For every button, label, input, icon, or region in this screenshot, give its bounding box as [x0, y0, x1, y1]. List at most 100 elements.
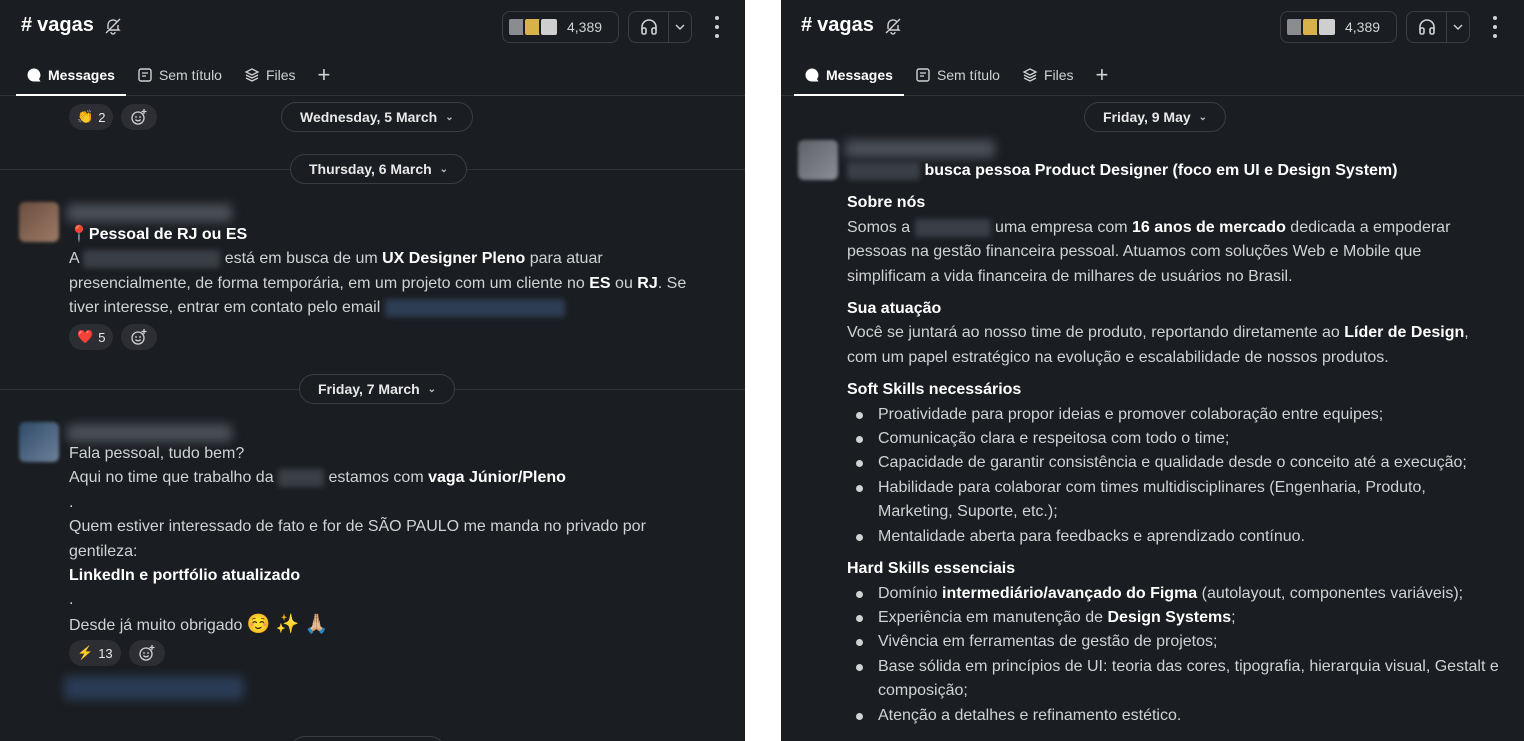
text-line: Fala pessoal, tudo bem?: [69, 445, 245, 462]
channel-title[interactable]: # vagas: [21, 14, 122, 37]
lightning-icon: ⚡: [77, 645, 94, 660]
add-reaction-button[interactable]: [121, 324, 157, 350]
avatar[interactable]: [19, 202, 59, 242]
tab-files[interactable]: Files: [233, 55, 307, 95]
text-span: Aqui no time que trabalho da: [69, 469, 274, 487]
text-span: presencialmente, de forma temporária, em…: [69, 274, 585, 292]
headphones-icon[interactable]: [1407, 12, 1447, 42]
thread-replies-link[interactable]: [64, 676, 244, 700]
add-reaction-button[interactable]: [121, 104, 157, 130]
hard-skills-list: Domínio intermediário/avançado do Figma …: [847, 582, 1499, 728]
chevron-down-icon: ⌄: [439, 163, 449, 175]
text-line: pessoas na gestão financeira pessoal. At…: [847, 243, 1422, 261]
tab-files[interactable]: Files: [1011, 55, 1085, 95]
reaction-zap[interactable]: ⚡ 13: [69, 640, 121, 666]
channel-title[interactable]: # vagas: [801, 14, 902, 37]
date-divider-pill[interactable]: [290, 736, 445, 741]
bold-span: LinkedIn e portfólio atualizado: [69, 567, 301, 585]
date-label: Wednesday, 5 March: [300, 109, 438, 125]
huddle-button[interactable]: [628, 11, 692, 43]
heading-text: Pessoal de RJ ou ES: [88, 226, 248, 243]
bold-span: Líder de Design: [1344, 324, 1465, 342]
tab-label: Sem título: [936, 67, 1000, 83]
sender-name[interactable]: [67, 204, 232, 222]
date-divider-pill[interactable]: Wednesday, 5 March ⌄: [281, 102, 473, 132]
soft-skills-list: Proatividade para propor ideias e promov…: [847, 403, 1499, 549]
headphones-icon[interactable]: [629, 12, 669, 42]
date-divider-pill[interactable]: Friday, 7 March ⌄: [299, 374, 456, 404]
huddle-button[interactable]: [1406, 11, 1470, 43]
reaction-count: 5: [98, 329, 106, 345]
add-reaction-button[interactable]: [129, 640, 165, 666]
more-options-icon[interactable]: [712, 16, 722, 38]
avatar[interactable]: [798, 140, 838, 180]
hash-icon: #: [801, 14, 813, 36]
channel-tabs: Messages Sem título Files +: [0, 56, 745, 96]
date-divider-pill[interactable]: Thursday, 6 March ⌄: [290, 154, 468, 184]
canvas-icon: [916, 68, 930, 82]
text-line: Quem estiver interessado de fato e for d…: [69, 518, 646, 536]
canvas-icon: [138, 68, 152, 82]
date-divider-pill[interactable]: Friday, 9 May ⌄: [1084, 102, 1227, 132]
list-item: Mentalidade aberta para feedbacks e apre…: [847, 525, 1499, 549]
text-line: com um papel estratégico na evolução e e…: [847, 348, 1389, 366]
channel-header: # vagas 4,389: [0, 0, 745, 56]
channel-name: vagas: [817, 14, 874, 36]
member-count-button[interactable]: 4,389: [1280, 11, 1397, 43]
bold-span: UX Designer Pleno: [382, 250, 526, 268]
avatar: [1317, 17, 1337, 37]
member-count: 4,389: [1345, 19, 1381, 35]
avatar[interactable]: [19, 422, 59, 462]
chevron-down-icon: ⌄: [445, 111, 454, 123]
redacted-company: [914, 218, 991, 237]
chevron-down-icon[interactable]: [1447, 24, 1469, 30]
channel-tabs: Messages Sem título Files +: [781, 56, 1524, 96]
list-item: Comunicação clara e respeitosa com todo …: [847, 427, 1499, 451]
section-heading: Sua atuação: [847, 300, 942, 318]
add-tab-button[interactable]: +: [307, 55, 342, 95]
tab-canvas[interactable]: Sem título: [126, 55, 233, 95]
text-span: Experiência em manutenção de: [878, 608, 1104, 626]
date-label: Thursday, 6 March: [309, 161, 432, 177]
reaction-count: 13: [98, 645, 113, 661]
chevron-down-icon: ⌄: [427, 383, 437, 395]
text-span: Desde já muito obrigado: [69, 616, 243, 634]
list-item: Atenção a detalhes e refinamento estétic…: [847, 704, 1499, 728]
list-item: Proatividade para propor ideias e promov…: [847, 403, 1499, 427]
tab-label: Messages: [826, 67, 893, 83]
text-span: para atuar: [529, 250, 603, 268]
text-span: Base sólida em princípios de UI: teoria …: [878, 657, 1499, 675]
text-span: está em busca de um: [224, 250, 378, 268]
text-span: (autolayout, componentes variáveis);: [1201, 584, 1464, 602]
reaction-count: 2: [98, 109, 106, 125]
channel-panel-left: # vagas 4,389 Messages Sem título Files: [0, 0, 745, 741]
section-heading: Sobre nós: [847, 194, 926, 212]
tab-canvas[interactable]: Sem título: [904, 55, 1011, 95]
member-count-button[interactable]: 4,389: [502, 11, 619, 43]
section-heading: Hard Skills essenciais: [847, 560, 1016, 578]
bold-span: RJ: [637, 274, 658, 292]
reaction-heart[interactable]: ❤️ 5: [69, 324, 114, 350]
bell-off-icon: [885, 18, 901, 35]
reaction-clap[interactable]: 👏 2: [69, 104, 114, 130]
text-span: uma empresa com: [995, 218, 1128, 236]
list-item: Experiência em manutenção de Design Syst…: [847, 606, 1499, 630]
channel-panel-right: # vagas 4,389 Messages Sem título Files: [781, 0, 1524, 741]
avatar: [539, 17, 559, 37]
text-span: tiver interesse, entrar em contato pelo …: [69, 299, 381, 317]
sender-name[interactable]: [845, 140, 995, 158]
tab-messages[interactable]: Messages: [794, 55, 904, 96]
text-span: Marketing, Suporte, etc.);: [878, 503, 1058, 521]
add-tab-button[interactable]: +: [1085, 55, 1120, 95]
layers-icon: [244, 68, 260, 82]
more-options-icon[interactable]: [1490, 16, 1500, 38]
tab-messages[interactable]: Messages: [16, 55, 126, 96]
channel-name: vagas: [37, 14, 94, 36]
bold-span: ES: [589, 274, 611, 292]
redacted-email-link[interactable]: [384, 298, 565, 317]
message-body: 📍Pessoal de RJ ou ES A está em busca de …: [69, 223, 686, 321]
redacted-company: [847, 161, 920, 180]
chevron-down-icon[interactable]: [669, 24, 691, 30]
pin-icon: 📍: [69, 226, 89, 243]
sender-name[interactable]: [67, 424, 232, 442]
